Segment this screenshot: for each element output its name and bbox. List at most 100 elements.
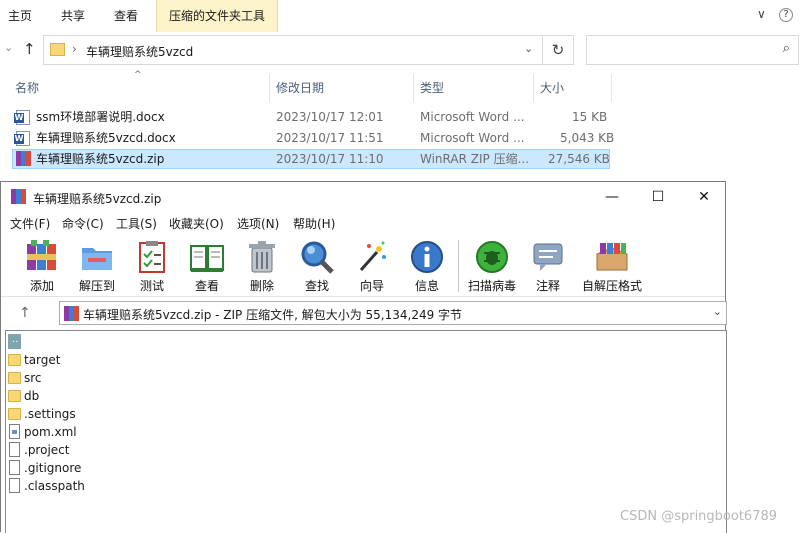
column-header-modified[interactable]: 修改日期: [276, 80, 324, 100]
comment-button[interactable]: 注释: [523, 236, 573, 294]
file-row[interactable]: 车辆理赔系统5vzcd.docx 2023/10/17 11:51 Micros…: [12, 128, 614, 148]
file-name: 车辆理赔系统5vzcd.zip: [36, 152, 165, 166]
file-name: ssm环境部署说明.docx: [36, 110, 165, 124]
collapse-ribbon-chevron-icon[interactable]: ∨: [757, 7, 766, 21]
entry-name: .gitignore: [24, 461, 82, 475]
info-label: 信息: [414, 279, 439, 293]
file-size: 27,546 KB: [548, 152, 610, 166]
menu-options[interactable]: 选项(N): [237, 215, 279, 232]
word-doc-icon: [14, 110, 30, 125]
winrar-archive-icon: [64, 306, 79, 321]
column-header-type[interactable]: 类型: [420, 80, 444, 100]
file-type: Microsoft Word ...: [420, 110, 525, 124]
word-doc-icon: [14, 131, 30, 146]
magic-wand-icon: [359, 241, 386, 271]
file-icon: [9, 442, 20, 457]
menu-commands[interactable]: 命令(C): [62, 215, 104, 232]
winrar-window: 车辆理赔系统5vzcd.zip — ☐ ✕ 文件(F) 命令(C) 工具(S) …: [0, 181, 727, 533]
entry-name: target: [24, 353, 61, 367]
file-icon: [9, 460, 20, 475]
xml-file-icon: [9, 424, 20, 439]
test-button[interactable]: 测试: [127, 236, 177, 294]
comment-label: 注释: [535, 279, 560, 293]
window-title: 车辆理赔系统5vzcd.zip: [33, 192, 162, 206]
address-history-chevron-icon[interactable]: ⌄: [524, 42, 533, 55]
file-modified: 2023/10/17 12:01: [276, 110, 384, 124]
column-divider[interactable]: [269, 74, 270, 102]
menu-help[interactable]: 帮助(H): [293, 215, 335, 232]
winrar-app-icon: [11, 189, 26, 204]
watermark: CSDN @springboot6789: [620, 509, 778, 524]
entry-name: pom.xml: [24, 425, 77, 439]
menu-tools[interactable]: 工具(S): [116, 215, 157, 232]
refresh-button[interactable]: ↻: [543, 35, 574, 65]
tab-compressed-folder-tools[interactable]: 压缩的文件夹工具: [156, 0, 279, 32]
sfx-box-icon: [596, 243, 628, 271]
explorer-ribbon: 主页 共享 查看 压缩的文件夹工具 ∨ ?: [0, 0, 800, 32]
info-button[interactable]: 信息: [402, 236, 452, 294]
view-button[interactable]: 查看: [182, 236, 232, 294]
magnifier-icon: [301, 241, 334, 274]
recent-locations-chevron-icon[interactable]: ⌄: [4, 41, 13, 54]
column-header-size[interactable]: 大小: [540, 80, 564, 100]
sort-ascending-icon: ^: [134, 70, 142, 80]
delete-button[interactable]: 删除: [237, 236, 287, 294]
entry-name: .project: [24, 443, 70, 457]
refresh-icon: ↻: [551, 41, 565, 59]
file-modified: 2023/10/17 11:51: [276, 131, 384, 145]
extract-to-button[interactable]: 解压到: [72, 236, 122, 294]
dropdown-chevron-icon[interactable]: ⌄: [713, 305, 722, 318]
tab-view[interactable]: 查看: [114, 0, 138, 32]
column-header-name[interactable]: 名称: [15, 80, 39, 100]
file-row[interactable]: ssm环境部署说明.docx 2023/10/17 12:01 Microsof…: [12, 107, 610, 127]
test-clipboard-icon: [139, 241, 165, 273]
entry-name: db: [24, 389, 40, 403]
entry-name: .classpath: [24, 479, 85, 493]
search-input[interactable]: ⌕: [586, 35, 799, 65]
column-divider[interactable]: [533, 74, 534, 102]
entry-name: src: [24, 371, 42, 385]
sfx-label: 自解压格式: [581, 279, 642, 293]
search-icon: ⌕: [782, 41, 790, 56]
archive-path-text: 车辆理赔系统5vzcd.zip - ZIP 压缩文件, 解包大小为 55,134…: [83, 308, 463, 322]
file-type: WinRAR ZIP 压缩...: [420, 152, 530, 166]
file-type: Microsoft Word ...: [420, 131, 525, 145]
entry-name: ..: [12, 334, 19, 345]
up-arrow-icon[interactable]: ↑: [23, 40, 36, 58]
tab-share[interactable]: 共享: [61, 0, 85, 32]
column-divider[interactable]: [413, 74, 414, 102]
archive-file-list[interactable]: .. target src db .settings pom.xml .proj…: [5, 330, 727, 533]
virus-scan-icon: [476, 241, 508, 273]
tab-home[interactable]: 主页: [8, 0, 32, 32]
address-bar[interactable]: › 车辆理赔系统5vzcd ⌄: [43, 35, 543, 65]
folder-icon: [50, 43, 65, 56]
winrar-menu-bar: 文件(F) 命令(C) 工具(S) 收藏夹(O) 选项(N) 帮助(H): [1, 212, 725, 234]
folder-icon: [8, 390, 21, 402]
view-book-icon: [190, 245, 224, 272]
folder-icon: [8, 372, 21, 384]
help-icon[interactable]: ?: [779, 8, 793, 22]
up-one-level-icon[interactable]: ↑: [19, 305, 31, 321]
winrar-title-bar[interactable]: 车辆理赔系统5vzcd.zip — ☐ ✕: [1, 182, 725, 212]
minimize-icon[interactable]: —: [589, 182, 635, 212]
column-divider[interactable]: [611, 74, 612, 102]
menu-favorites[interactable]: 收藏夹(O): [169, 215, 224, 232]
close-icon[interactable]: ✕: [681, 182, 727, 212]
comment-icon: [533, 243, 563, 271]
file-row-selected[interactable]: 车辆理赔系统5vzcd.zip 2023/10/17 11:10 WinRAR …: [12, 149, 610, 169]
file-modified: 2023/10/17 11:10: [276, 152, 384, 166]
archive-path-dropdown[interactable]: 车辆理赔系统5vzcd.zip - ZIP 压缩文件, 解包大小为 55,134…: [59, 301, 727, 325]
extract-folder-icon: [82, 248, 112, 270]
winrar-path-bar: ↑ 车辆理赔系统5vzcd.zip - ZIP 压缩文件, 解包大小为 55,1…: [1, 296, 727, 328]
find-button[interactable]: 查找: [292, 236, 342, 294]
file-name: 车辆理赔系统5vzcd.docx: [36, 131, 176, 145]
breadcrumb-current-folder[interactable]: 车辆理赔系统5vzcd: [86, 43, 193, 60]
scan-virus-button[interactable]: 扫描病毒: [467, 236, 517, 294]
menu-file[interactable]: 文件(F): [10, 215, 50, 232]
sfx-button[interactable]: 自解压格式: [582, 236, 642, 294]
maximize-icon[interactable]: ☐: [635, 182, 681, 212]
add-button[interactable]: 添加: [17, 236, 67, 294]
wizard-button[interactable]: 向导: [347, 236, 397, 294]
file-size: 5,043 KB: [560, 131, 615, 145]
breadcrumb-separator: ›: [72, 42, 77, 56]
